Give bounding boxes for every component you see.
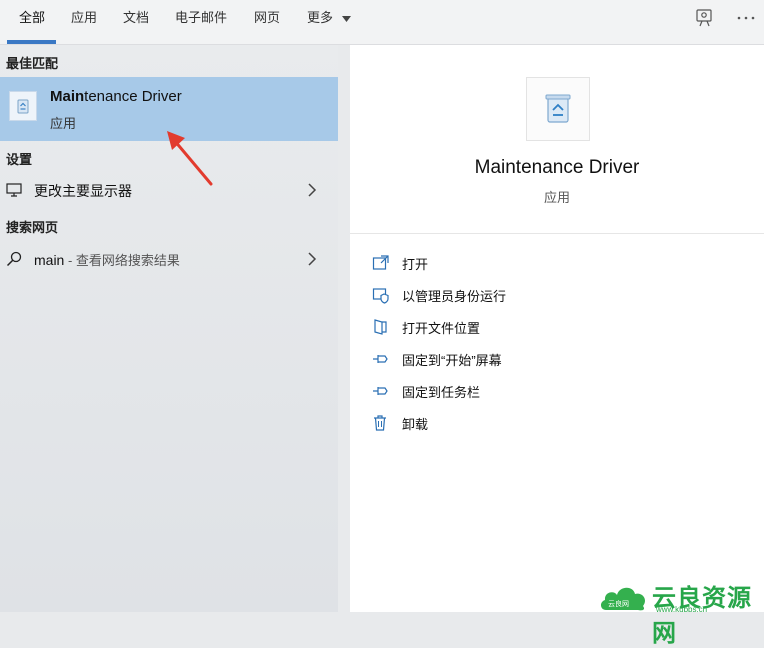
tab-more[interactable]: 更多 [307, 0, 351, 44]
action-open[interactable]: 打开 [372, 251, 752, 275]
action-label: 固定到“开始”屏幕 [402, 353, 502, 368]
settings-header: 设置 [6, 152, 33, 167]
open-icon [372, 255, 389, 270]
tab-email[interactable]: 电子邮件 [175, 0, 227, 44]
details-panel: Maintenance Driver 应用 打开 以管理员身份运行 打开文件位置… [350, 45, 764, 612]
web-search-result-row[interactable]: main - 查看网络搜索结果 [0, 244, 338, 274]
web-search-header: 搜索网页 [6, 220, 59, 235]
tab-all[interactable]: 全部 [19, 0, 45, 44]
web-search-query: main [34, 252, 65, 268]
tab-web[interactable]: 网页 [254, 0, 280, 44]
chevron-down-icon [341, 15, 351, 22]
title-rest-part: tenance Driver [84, 88, 182, 105]
recycle-bin-icon [545, 94, 571, 123]
web-search-label: main - 查看网络搜索结果 [34, 250, 180, 269]
action-label: 以管理员身份运行 [402, 289, 507, 304]
settings-item-label: 更改主要显示器 [34, 183, 132, 199]
monitor-icon [6, 183, 22, 197]
action-label: 打开 [402, 257, 429, 272]
tab-label: 网页 [254, 10, 281, 25]
file-location-icon [374, 319, 387, 335]
action-pin-to-taskbar[interactable]: 固定到任务栏 [372, 379, 752, 403]
tab-label: 全部 [19, 10, 46, 25]
search-icon [6, 251, 22, 267]
best-match-title: Maintenance Driver [50, 88, 182, 105]
action-label: 固定到任务栏 [402, 385, 481, 400]
feedback-icon[interactable] [695, 8, 715, 28]
action-uninstall[interactable]: 卸载 [372, 411, 752, 435]
tab-label: 更多 [307, 10, 334, 25]
pin-icon [373, 355, 388, 363]
app-type-label: 应用 [543, 190, 570, 205]
tab-label: 应用 [71, 10, 98, 25]
tab-documents[interactable]: 文档 [123, 0, 149, 44]
red-arrow-annotation [167, 131, 213, 186]
watermark-badge-text: 云良网 [608, 599, 629, 608]
admin-shield-icon [372, 288, 389, 304]
best-match-header: 最佳匹配 [6, 56, 59, 71]
action-pin-to-start[interactable]: 固定到“开始”屏幕 [372, 347, 752, 371]
more-options-icon[interactable] [736, 8, 756, 28]
pin-icon [373, 387, 388, 395]
tab-apps[interactable]: 应用 [71, 0, 97, 44]
action-label: 打开文件位置 [402, 321, 481, 336]
search-filter-bar: 全部 应用 文档 电子邮件 网页 更多 [0, 0, 764, 45]
action-open-file-location[interactable]: 打开文件位置 [372, 315, 752, 339]
action-run-as-admin[interactable]: 以管理员身份运行 [372, 283, 752, 307]
chevron-right-icon[interactable] [307, 252, 317, 266]
watermark: 云良网 云良资源网 www.kubbs.cn [598, 578, 764, 647]
watermark-url: www.kubbs.cn [656, 605, 708, 614]
title-bold-part: Main [50, 88, 85, 105]
action-label: 卸载 [402, 417, 429, 432]
best-match-subtitle: 应用 [50, 116, 77, 131]
tab-label: 文档 [123, 10, 150, 25]
recycle-bin-icon [9, 91, 37, 121]
trash-icon [374, 415, 386, 431]
chevron-right-icon[interactable] [307, 183, 317, 197]
active-tab-indicator [7, 40, 56, 44]
web-search-suffix: - 查看网络搜索结果 [64, 253, 180, 268]
app-title: Maintenance Driver [474, 157, 640, 178]
app-icon-tile [526, 77, 590, 141]
cloud-logo-icon: 云良网 [600, 587, 646, 611]
divider [350, 233, 764, 234]
tab-label: 电子邮件 [175, 10, 228, 25]
